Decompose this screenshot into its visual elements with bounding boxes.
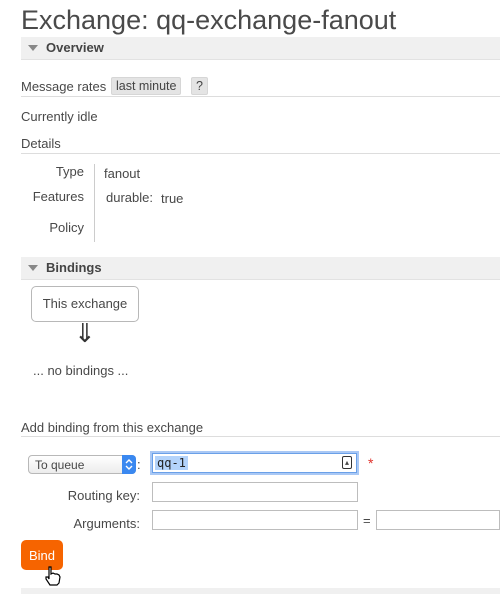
divider — [21, 436, 500, 437]
argument-value-input[interactable] — [376, 510, 500, 530]
type-label: Type — [55, 164, 84, 179]
down-arrow-icon: ⇓ — [74, 318, 96, 348]
destination-queue-input[interactable]: qq-1 ▴ — [152, 453, 357, 473]
status-text: Currently idle — [21, 109, 98, 124]
updown-arrows-icon — [122, 455, 136, 474]
help-button[interactable]: ? — [191, 77, 208, 95]
destination-colon: : — [137, 457, 141, 472]
durable-value: true — [161, 191, 184, 206]
argument-key-input[interactable] — [152, 510, 358, 530]
bind-button-label: Bind — [28, 548, 56, 563]
hand-cursor-icon — [44, 566, 62, 589]
overview-section-header[interactable]: Overview — [21, 37, 500, 60]
overview-label: Overview — [46, 40, 104, 55]
no-bindings-text: ... no bindings ... — [33, 363, 129, 378]
equals-sign: = — [363, 513, 371, 528]
details-separator — [94, 164, 95, 242]
destination-type-select[interactable]: To queue — [28, 455, 136, 474]
details-label: Details — [21, 136, 61, 151]
message-rates-label: Message rates — [21, 79, 107, 94]
type-value: fanout — [104, 166, 141, 181]
this-exchange-box: This exchange — [31, 286, 139, 322]
add-binding-title: Add binding from this exchange — [21, 420, 204, 435]
routing-key-input[interactable] — [152, 482, 358, 502]
bindings-label: Bindings — [46, 260, 102, 275]
keychain-icon[interactable]: ▴ — [342, 456, 352, 469]
destination-queue-value: qq-1 — [155, 456, 188, 470]
footer-bar — [21, 588, 500, 594]
destination-type-value: To queue — [35, 458, 85, 472]
this-exchange-label: This exchange — [42, 296, 128, 311]
features-label: Features — [32, 189, 84, 204]
policy-label: Policy — [49, 220, 84, 235]
divider — [21, 153, 500, 154]
bindings-section-header[interactable]: Bindings — [21, 257, 500, 280]
triangle-down-icon — [28, 265, 38, 271]
required-marker: * — [368, 455, 374, 471]
rate-period-button[interactable]: last minute — [111, 77, 182, 95]
triangle-down-icon — [28, 45, 38, 51]
routing-key-label: Routing key: — [67, 488, 140, 503]
arguments-label: Arguments: — [73, 516, 140, 531]
divider — [21, 96, 500, 97]
durable-label: durable: — [106, 190, 153, 205]
page-title: Exchange: qq-exchange-fanout — [21, 5, 397, 35]
